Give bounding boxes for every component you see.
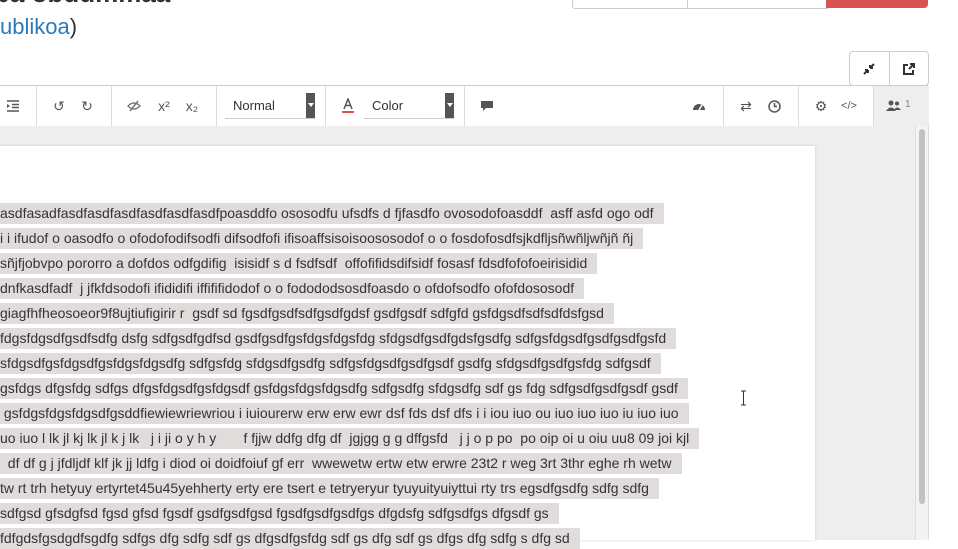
redo-button[interactable]: ↻ <box>78 98 96 114</box>
text-line[interactable]: fdgsfdgsdfgsdfsdfg dsfg sdfgsdfgdfsd gsd… <box>0 328 677 349</box>
user-count: 1 <box>905 99 911 110</box>
settings-button[interactable]: ⚙ <box>812 98 830 114</box>
text-line[interactable]: uo iuo l lk jl kj lk jl k j lk j i ji o … <box>0 428 700 449</box>
gear-icon: ⚙ <box>814 97 828 114</box>
chevron-down-icon <box>306 93 315 118</box>
dashboard-button[interactable] <box>690 98 708 114</box>
editor-scrollbar[interactable] <box>915 126 929 540</box>
text-line[interactable]: i i ifudof o oasodfo o ofodofodifsodfi d… <box>0 228 644 249</box>
swap-button[interactable]: ⇄ <box>737 98 755 114</box>
editor-toolbar: ↺ ↻ x² x₂ Normal Color ⇄ ⚙ </> 1 <box>0 85 929 127</box>
superscript-icon: x² <box>158 98 170 114</box>
subscript-icon: x₂ <box>185 98 199 114</box>
text-line[interactable]: df df g j jfdljdf klf jk jj ldfg i diod … <box>0 453 682 474</box>
toolbar-separator <box>325 86 326 126</box>
open-external-button[interactable] <box>888 52 929 85</box>
external-link-icon <box>902 62 915 75</box>
subtitle-paren: ) <box>69 14 78 39</box>
toolbar-separator <box>111 86 112 126</box>
text-line[interactable]: sfdgsdfgsfdgsdfgsfdgsfdgsdfg sdfgsfdg sf… <box>0 353 661 374</box>
redo-icon: ↻ <box>81 97 93 114</box>
indent-button[interactable] <box>4 98 22 114</box>
superscript-button[interactable]: x² <box>155 98 173 114</box>
font-color-icon <box>342 98 354 113</box>
input-divider <box>687 0 688 8</box>
text-line[interactable]: gsfdgsfdgsfdgsdfgsddfiewiewriewriou i iu… <box>0 403 689 424</box>
text-line[interactable]: sñjfjobvpo pororro a dofdos odfgdifig is… <box>0 253 598 274</box>
publish-link[interactable]: ublikoa <box>0 14 70 39</box>
color-select[interactable]: Color <box>364 93 454 119</box>
text-line[interactable]: tw rt trh hetyuy ertyrtet45u45yehherty e… <box>0 478 659 499</box>
chevron-down-icon <box>445 93 454 118</box>
source-code-button[interactable]: </> <box>840 98 858 114</box>
text-line[interactable]: sdfgsd gfsdgfsd fgsd gfsd fgsdf gsdfgsdf… <box>0 503 559 524</box>
compress-icon <box>863 62 875 75</box>
window-controls <box>849 51 929 86</box>
toolbar-separator <box>36 86 37 126</box>
undo-icon: ↺ <box>53 97 65 114</box>
code-icon: </> <box>841 100 857 112</box>
exchange-icon: ⇄ <box>740 97 752 114</box>
text-line[interactable]: dnfkasdfadf j jfkfdsodofi ifididifi iffi… <box>0 278 585 299</box>
users-icon <box>886 100 901 111</box>
remove-format-button[interactable] <box>125 98 143 114</box>
format-select[interactable]: Normal <box>225 93 315 119</box>
toolbar-separator <box>798 86 799 126</box>
color-select-value: Color <box>372 98 404 113</box>
clock-icon <box>767 99 781 113</box>
text-color-button[interactable] <box>339 98 357 114</box>
top-danger-button[interactable] <box>826 0 928 8</box>
history-button[interactable] <box>765 98 783 114</box>
users-icon-wrap <box>885 98 903 114</box>
comment-icon <box>481 101 493 111</box>
eye-slash-icon <box>127 100 141 112</box>
collapse-button[interactable] <box>850 52 889 85</box>
top-input-group[interactable] <box>572 0 828 9</box>
toolbar-separator <box>723 86 724 126</box>
comment-button[interactable] <box>478 98 496 114</box>
scrollbar-thumb[interactable] <box>919 129 925 504</box>
toolbar-separator <box>464 86 465 126</box>
toolbar-separator <box>216 86 217 126</box>
text-line[interactable]: asdfasadfasdfasdfasdfasdfasdfasdfpoasddf… <box>0 203 664 224</box>
document-subtitle: ublikoa) <box>0 14 77 40</box>
text-line[interactable]: giagfhfheosoeor9f8ujtiufigirir r gsdf sd… <box>0 303 614 324</box>
text-line[interactable]: fdfgdsfgsdgdfsgdfg sdfgs dfg sdfg sdf gs… <box>0 528 580 549</box>
text-line[interactable]: gsfdgs dfgsfdg sdfgs dfgsfdgsdfgsfdgsdf … <box>0 378 688 399</box>
dashboard-icon <box>693 104 705 111</box>
indent-icon <box>7 100 19 112</box>
text-cursor-icon <box>741 390 746 406</box>
undo-button[interactable]: ↺ <box>50 98 68 114</box>
document-title: pa obdummaa <box>0 0 170 9</box>
subscript-button[interactable]: x₂ <box>183 98 201 114</box>
format-select-value: Normal <box>233 98 275 113</box>
